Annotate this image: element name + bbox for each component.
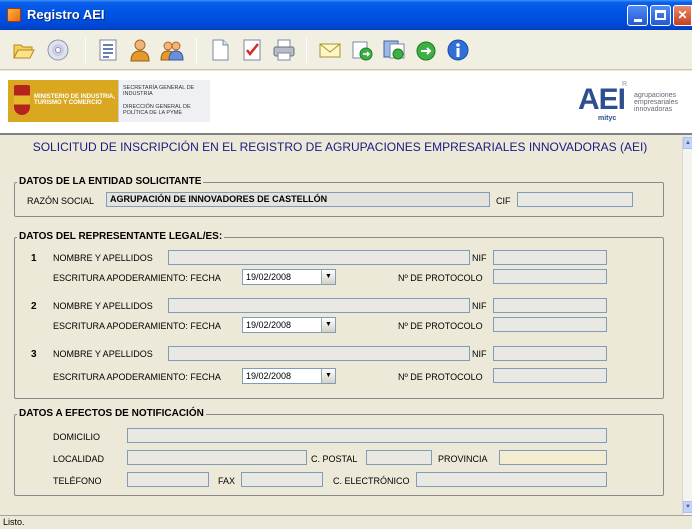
escritura-label: ESCRITURA APODERAMIENTO: FECHA [53,321,221,331]
nif-label: NIF [472,253,487,263]
minimize-icon [634,19,642,22]
domicilio-label: DOMICILIO [53,432,101,442]
chevron-down-icon[interactable]: ▼ [321,270,335,284]
status-bar: Listo. [0,515,692,529]
user-icon[interactable] [128,38,152,62]
fecha-select-2[interactable]: 19/02/2008 ▼ [242,317,336,333]
toolbar-separator [196,38,197,64]
cif-label: CIF [496,196,511,206]
nif-input-2[interactable] [493,298,607,313]
notificacion-group: DATOS A EFECTOS DE NOTIFICACIÓN DOMICILI… [14,408,664,496]
form-title: SOLICITUD DE INSCRIPCIÓN EN EL REGISTRO … [32,140,648,154]
toolbar-separator [85,38,86,64]
protocolo-label: Nº DE PROTOCOLO [398,372,483,382]
telefono-label: TELÉFONO [53,476,102,486]
protocolo-label: Nº DE PROTOCOLO [398,321,483,331]
protocolo-label: Nº DE PROTOCOLO [398,273,483,283]
nif-input-1[interactable] [493,250,607,265]
scroll-down-icon[interactable]: ▼ [683,501,692,513]
email-input[interactable] [416,472,607,487]
nombre-label: NOMBRE Y APELLIDOS [53,301,153,311]
chevron-down-icon[interactable]: ▼ [321,369,335,383]
aei-logo: AEI R mityc [578,81,628,122]
form-area: SOLICITUD DE INSCRIPCIÓN EN EL REGISTRO … [0,137,682,515]
nombre-input-2[interactable] [168,298,470,313]
representante-number: 3 [31,349,37,360]
protocolo-input-3[interactable] [493,368,607,383]
fecha-select-1[interactable]: 19/02/2008 ▼ [242,269,336,285]
checklist-icon[interactable] [240,38,264,62]
new-document-icon[interactable] [208,38,232,62]
secretaria-block: SECRETARÍA GENERAL DE INDUSTRIA DIRECCIÓ… [118,80,210,122]
fax-label: FAX [218,476,236,486]
minimize-button[interactable] [627,5,648,26]
escritura-label: ESCRITURA APODERAMIENTO: FECHA [53,273,221,283]
nif-input-3[interactable] [493,346,607,361]
notificacion-legend: DATOS A EFECTOS DE NOTIFICACIÓN [17,408,206,420]
nif-label: NIF [472,301,487,311]
info-icon[interactable] [446,38,470,62]
nombre-input-3[interactable] [168,346,470,361]
razon-social-label: RAZÓN SOCIAL [27,196,95,206]
email-label: C. ELECTRÓNICO [333,476,410,486]
maximize-icon [655,10,666,20]
nombre-label: NOMBRE Y APELLIDOS [53,349,153,359]
toolbar-separator [306,38,307,64]
envelope-icon[interactable] [318,38,342,62]
printer-icon[interactable] [272,38,296,62]
entidad-group: DATOS DE LA ENTIDAD SOLICITANTE RAZÓN SO… [14,176,664,217]
provincia-input[interactable] [499,450,607,465]
export-icon[interactable] [350,38,374,62]
vertical-scrollbar[interactable]: ▲ ▼ [682,137,692,515]
toolbar [0,30,692,70]
cd-icon[interactable] [46,38,70,62]
nif-label: NIF [472,349,487,359]
open-folder-icon[interactable] [12,38,36,62]
status-text: Listo. [3,517,25,527]
users-icon[interactable] [160,38,184,62]
send-icon[interactable] [382,38,406,62]
nombre-label: NOMBRE Y APELLIDOS [53,253,153,263]
document-list-icon[interactable] [96,38,120,62]
representantes-group: DATOS DEL REPRESENTANTE LEGAL/ES: 1 NOMB… [14,231,664,399]
localidad-input[interactable] [127,450,307,465]
maximize-button[interactable] [650,5,671,26]
chevron-down-icon[interactable]: ▼ [321,318,335,332]
provincia-label: PROVINCIA [438,454,488,464]
telefono-input[interactable] [127,472,209,487]
entidad-legend: DATOS DE LA ENTIDAD SOLICITANTE [17,176,204,188]
representante-number: 1 [31,253,37,264]
representante-number: 2 [31,301,37,312]
header-banner: MINISTERIO DE INDUSTRIA, TURISMO Y COMER… [0,71,692,135]
title-bar: Registro AEI ✕ [0,0,692,30]
protocolo-input-2[interactable] [493,317,607,332]
reply-icon[interactable] [414,38,438,62]
localidad-label: LOCALIDAD [53,454,105,464]
escritura-label: ESCRITURA APODERAMIENTO: FECHA [53,372,221,382]
app-icon [7,8,21,22]
fecha-select-3[interactable]: 19/02/2008 ▼ [242,368,336,384]
representantes-legend: DATOS DEL REPRESENTANTE LEGAL/ES: [17,231,225,243]
fax-input[interactable] [241,472,323,487]
domicilio-input[interactable] [127,428,607,443]
razon-social-input[interactable]: AGRUPACIÓN DE INNOVADORES DE CASTELLÓN [106,192,490,207]
nombre-input-1[interactable] [168,250,470,265]
scroll-up-icon[interactable]: ▲ [683,137,692,149]
cpostal-label: C. POSTAL [311,454,358,464]
close-button[interactable]: ✕ [673,5,692,26]
window-title: Registro AEI [27,7,105,22]
protocolo-input-1[interactable] [493,269,607,284]
ministry-logo: MINISTERIO DE INDUSTRIA, TURISMO Y COMER… [8,80,118,122]
coat-of-arms-icon [14,85,30,115]
cif-input[interactable] [517,192,633,207]
cpostal-input[interactable] [366,450,432,465]
aei-tagline: agrupaciones empresariales innovadoras [634,92,678,113]
